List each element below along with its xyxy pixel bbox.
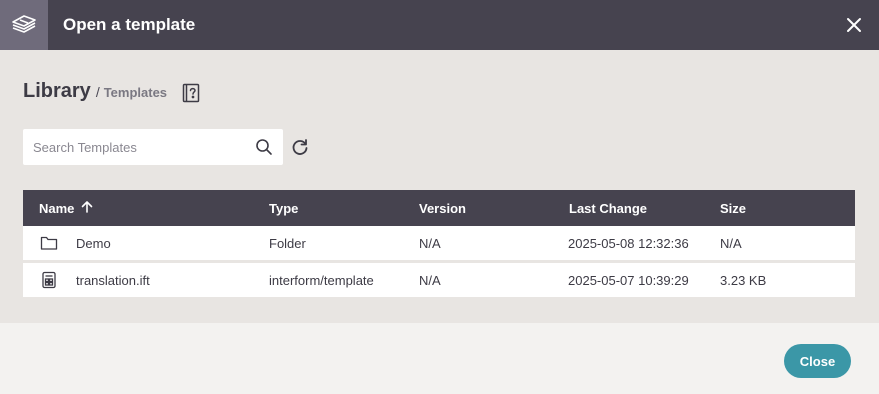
cell-name: Demo xyxy=(76,236,111,251)
cell-last-change: 2025-05-08 12:32:36 xyxy=(568,236,689,251)
cell-name: translation.ift xyxy=(76,273,150,288)
cell-size: N/A xyxy=(720,236,742,251)
search-input[interactable] xyxy=(33,129,248,165)
table-row[interactable]: translation.ift interform/template N/A 2… xyxy=(23,263,855,297)
breadcrumb-separator: / xyxy=(95,84,100,100)
refresh-icon[interactable] xyxy=(291,138,309,156)
cell-last-change: 2025-05-07 10:39:29 xyxy=(568,273,689,288)
search-icon[interactable] xyxy=(255,138,273,156)
template-file-icon xyxy=(42,271,56,289)
column-header-type[interactable]: Type xyxy=(269,201,298,216)
table-row[interactable]: Demo Folder N/A 2025-05-08 12:32:36 N/A xyxy=(23,226,855,260)
breadcrumb: Library / Templates xyxy=(23,80,167,103)
close-button[interactable]: Close xyxy=(784,344,851,378)
column-header-version[interactable]: Version xyxy=(419,201,466,216)
dialog-content: Library / Templates Name Type Version La… xyxy=(0,50,879,323)
cell-size: 3.23 KB xyxy=(720,273,767,288)
cell-type: Folder xyxy=(269,236,306,251)
help-icon[interactable] xyxy=(182,83,200,103)
dialog-titlebar: Open a template xyxy=(0,0,879,50)
column-header-last-change[interactable]: Last Change xyxy=(569,201,647,216)
table-header: Name Type Version Last Change Size xyxy=(23,190,855,226)
templates-table: Name Type Version Last Change Size Demo … xyxy=(23,190,855,297)
close-icon[interactable] xyxy=(845,16,863,34)
cell-type: interform/template xyxy=(269,273,374,288)
cell-version: N/A xyxy=(419,273,441,288)
folder-icon xyxy=(40,236,58,250)
dialog-title: Open a template xyxy=(63,15,196,34)
column-header-size[interactable]: Size xyxy=(720,201,746,216)
cell-version: N/A xyxy=(419,236,441,251)
template-stack-icon xyxy=(0,0,48,50)
column-header-name[interactable]: Name xyxy=(39,201,74,216)
breadcrumb-current: Templates xyxy=(103,85,168,100)
search-box xyxy=(23,129,283,165)
arrow-up-icon[interactable] xyxy=(80,200,94,214)
breadcrumb-root[interactable]: Library xyxy=(23,80,91,103)
